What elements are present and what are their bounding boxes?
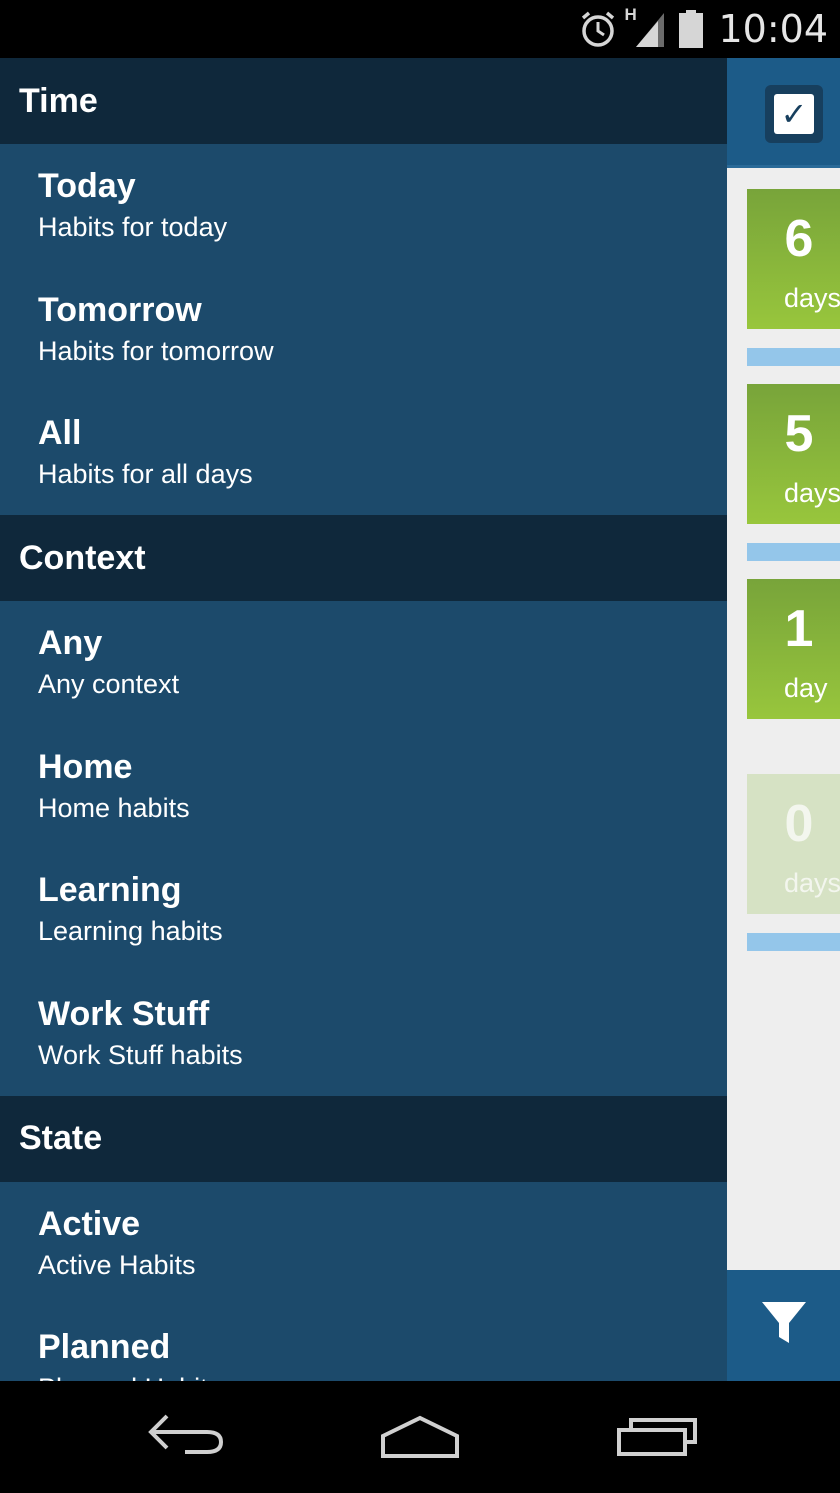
home-button[interactable] [370,1407,470,1467]
streak-count: 6 [784,210,814,268]
streak-count: 1 [784,600,814,658]
drawer-item-tomorrow[interactable]: Tomorrow Habits for tomorrow [0,268,727,392]
progress-strip [747,543,840,561]
navigation-drawer: Time Today Habits for today Tomorrow Hab… [0,58,727,1381]
drawer-item-home[interactable]: Home Home habits [0,725,727,849]
drawer-item-title: Today [38,166,136,205]
drawer-item-title: Planned [38,1328,171,1367]
streak-unit: days [784,478,840,508]
filter-button[interactable] [727,1270,840,1381]
status-icons: H 10:04 [578,0,828,58]
drawer-item-all[interactable]: All Habits for all days [0,391,727,515]
drawer-item-subtitle: Habits for all days [38,459,253,490]
streak-unit: day [784,673,828,703]
drawer-item-subtitle: Home habits [38,792,190,823]
drawer-item-any[interactable]: Any Any context [0,601,727,725]
drawer-item-subtitle: Work Stuff habits [38,1039,243,1070]
streak-card[interactable]: 5 days [747,384,840,524]
battery-icon [678,9,704,49]
streak-card[interactable]: 1 day [747,579,840,719]
progress-strip [747,348,840,366]
drawer-item-work-stuff[interactable]: Work Stuff Work Stuff habits [0,972,727,1096]
recents-icon [611,1410,701,1465]
drawer-item-title: Tomorrow [38,290,202,329]
progress-strip [747,933,840,951]
streak-card[interactable]: 0 days [747,774,840,914]
status-bar: H 10:04 [0,0,840,58]
drawer-item-title: Active [38,1204,141,1243]
streak-unit: days [784,283,840,313]
back-button[interactable] [137,1407,237,1467]
streak-count: 5 [784,405,814,463]
recents-button[interactable] [606,1407,706,1467]
action-bar: ✓ [727,58,840,168]
alarm-icon [578,9,618,49]
drawer-item-title: Work Stuff [38,994,210,1033]
signal-icon: H [624,5,668,49]
drawer-item-subtitle: Any context [38,668,180,699]
streak-card[interactable]: 6 days [747,189,840,329]
clock: 10:04 [718,7,828,51]
drawer-item-today[interactable]: Today Habits for today [0,144,727,268]
streak-count: 0 [784,795,814,853]
drawer-item-active[interactable]: Active Active Habits [0,1182,727,1306]
drawer-item-learning[interactable]: Learning Learning habits [0,848,727,972]
drawer-item-title: Learning [38,871,182,910]
home-icon [375,1410,465,1465]
action-bar-divider [727,165,840,168]
checkbox-icon[interactable]: ✓ [765,85,823,143]
drawer-item-subtitle: Active Habits [38,1249,196,1280]
system-nav-bar [0,1381,840,1493]
drawer-item-subtitle: Habits for today [38,211,228,242]
section-header-state: State [0,1095,727,1182]
streak-unit: days [784,868,840,898]
back-icon [145,1410,229,1465]
filter-icon [760,1299,808,1352]
drawer-item-title: Home [38,747,133,786]
drawer-item-title: All [38,414,82,453]
drawer-item-subtitle: Planned Habits [38,1368,727,1381]
drawer-item-subtitle: Habits for tomorrow [38,335,274,366]
network-type-label: H [624,5,637,24]
drawer-item-planned[interactable]: Planned Planned Habits [0,1306,727,1381]
section-header-time: Time [0,58,727,144]
section-header-context: Context [0,515,727,602]
drawer-item-title: Any [38,623,103,662]
drawer-item-subtitle: Learning habits [38,916,223,947]
